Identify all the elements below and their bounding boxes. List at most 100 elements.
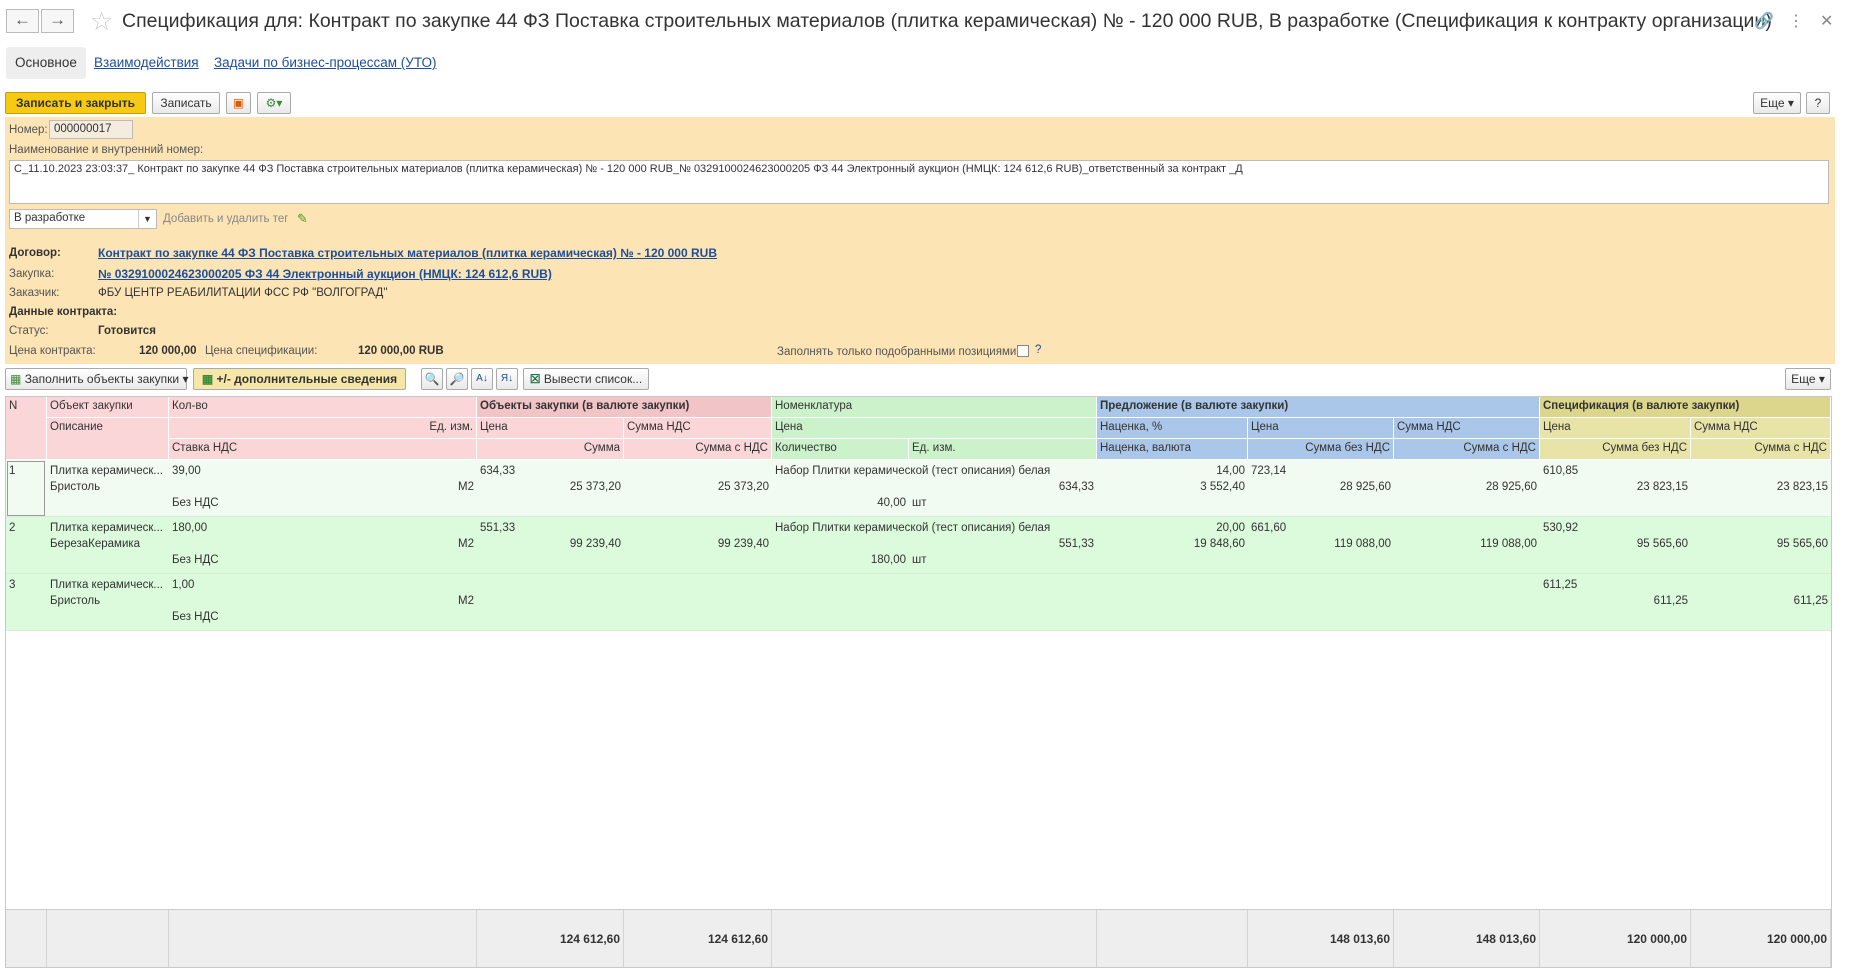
spec-table[interactable]: N Объект закупки Кол-во Объекты закупки … [5,396,1832,968]
col-o-vat[interactable]: Сумма НДС [1394,418,1540,439]
cell-sum-vat[interactable] [624,592,772,611]
help-button[interactable]: ? [1806,92,1830,114]
cell-n-qty[interactable]: 180,00 [772,551,909,570]
col-sum[interactable]: Сумма [477,439,624,460]
table-more-button[interactable]: Еще ▾ [1785,368,1831,390]
col-price[interactable]: Цена [477,418,624,439]
save-close-button[interactable]: Записать и закрыть [5,92,146,114]
fill-objects-button[interactable]: ▦ Заполнить объекты закупки ▾ [5,368,188,390]
cell-markup-val[interactable]: 19 848,60 [1097,535,1248,554]
col-s-sum-novat[interactable]: Сумма без НДС [1540,439,1691,460]
cell-sum-vat[interactable]: 25 373,20 [624,478,772,497]
more-vertical-icon[interactable]: ⋮ [1788,11,1804,31]
cell-vat[interactable]: Без НДС [169,551,477,570]
cell-sum[interactable] [477,592,624,611]
fill-only-checkbox[interactable] [1017,345,1029,357]
cell-markup-val[interactable] [1097,592,1248,611]
table-row[interactable]: 3 Плитка керамическ... 1,00 611,25 Бристоль М… [6,574,1831,631]
footer-cell [6,910,47,967]
purchase-link[interactable]: № 0329100024623000205 ФЗ 44 Электронный … [98,267,552,281]
table-row[interactable]: 2 Плитка керамическ... 180,00 551,33 Набор П… [6,517,1831,574]
col-o-sum-novat[interactable]: Сумма без НДС [1248,439,1394,460]
cell-vat[interactable]: Без НДС [169,494,477,513]
cell-o-sum-vat[interactable]: 119 088,00 [1394,535,1540,554]
cell-n-qty[interactable]: 40,00 [772,494,909,513]
help-icon[interactable]: ? [1035,344,1041,356]
cell-s-sum-vat[interactable]: 23 823,15 [1691,478,1831,497]
table-row[interactable]: 1 Плитка керамическ... 39,00 634,33 Набор Пл… [6,460,1831,517]
cell-s-sum-vat[interactable]: 611,25 [1691,592,1831,611]
col-vat-sum[interactable]: Сумма НДС [624,418,772,439]
cell-s-sum-novat[interactable]: 95 565,60 [1540,535,1691,554]
cell-n-unit[interactable]: шт [909,494,1097,513]
tab-interactions[interactable]: Взаимодействия [94,47,199,79]
forward-arrow-icon[interactable]: → [41,9,74,33]
cell-desc[interactable]: Бристоль [47,478,169,497]
tab-bp-tasks[interactable]: Задачи по бизнес-процессам (УТО) [214,47,436,79]
col-qty[interactable]: Кол-во [169,397,477,418]
status-select[interactable]: В разработке ▼ [9,209,157,229]
col-n-price[interactable]: Цена [772,418,1097,439]
col-unit[interactable]: Ед. изм. [169,418,477,439]
cell-n[interactable]: 3 [6,576,47,595]
favorite-star-icon[interactable]: ☆ [90,6,113,36]
cell-o-sum-novat[interactable] [1248,592,1394,611]
search-clear-icon[interactable]: 🔎 [446,368,468,390]
cell-markup-val[interactable]: 3 552,40 [1097,478,1248,497]
tab-main[interactable]: Основное [6,47,86,79]
cell-s-sum-novat[interactable]: 23 823,15 [1540,478,1691,497]
name-field[interactable]: С_11.10.2023 23:03:37_ Контракт по закуп… [9,160,1829,204]
tag-link[interactable]: Добавить и удалить тег [163,213,288,225]
contract-link[interactable]: Контракт по закупке 44 ФЗ Поставка строи… [98,246,717,260]
col-sum-vat[interactable]: Сумма с НДС [624,439,772,460]
plus-minus-icon: ▦ [201,372,214,386]
number-field[interactable]: 000000017 [49,120,133,139]
col-nomenclature[interactable]: Номенклатура [772,397,1097,418]
search-icon[interactable]: 🔍 [421,368,443,390]
total-sum-vat: 124 612,60 [624,910,772,967]
cell-desc[interactable]: БерезаКерамика [47,535,169,554]
cell-s-sum-vat[interactable]: 95 565,60 [1691,535,1831,554]
cell-o-sum-vat[interactable]: 28 925,60 [1394,478,1540,497]
sort-desc-icon[interactable]: Я↓ [496,368,518,390]
cell-sum[interactable]: 99 239,40 [477,535,624,554]
col-n-qty[interactable]: Количество [772,439,909,460]
users-dropdown-icon[interactable]: ⚙▾ [257,92,291,114]
cell-desc[interactable]: Бристоль [47,592,169,611]
col-s-vat[interactable]: Сумма НДС [1691,418,1831,439]
more-button[interactable]: Еще ▾ [1753,92,1801,114]
cell-sum-vat[interactable]: 99 239,40 [624,535,772,554]
col-o-price[interactable]: Цена [1248,418,1394,439]
cell-n[interactable]: 1 [6,462,47,481]
close-icon[interactable]: ✕ [1820,11,1833,31]
cell-n[interactable]: 2 [6,519,47,538]
total-o-sum-novat: 148 013,60 [1248,910,1394,967]
col-markup-pct[interactable]: Наценка, % [1097,418,1248,439]
col-desc[interactable]: Описание [47,418,169,460]
save-button[interactable]: Записать [152,92,220,114]
list-output-button[interactable]: ☒ Вывести список... [523,368,649,390]
cell-o-sum-novat[interactable]: 28 925,60 [1248,478,1394,497]
col-vat-rate[interactable]: Ставка НДС [169,439,477,460]
col-markup-val[interactable]: Наценка, валюта [1097,439,1248,460]
back-arrow-icon[interactable]: ← [6,9,39,33]
cell-vat[interactable]: Без НДС [169,608,477,627]
cell-n-qty[interactable] [772,608,909,627]
col-object[interactable]: Объект закупки [47,397,169,418]
link-icon[interactable]: 🔗 [1754,11,1774,31]
col-s-price[interactable]: Цена [1540,418,1691,439]
col-n[interactable]: N [6,397,47,460]
cell-n-unit[interactable]: шт [909,551,1097,570]
cell-o-sum-novat[interactable]: 119 088,00 [1248,535,1394,554]
cell-n-unit[interactable] [909,608,1097,627]
stop-icon[interactable]: ▣ [226,92,251,114]
cell-sum[interactable]: 25 373,20 [477,478,624,497]
cell-s-sum-novat[interactable]: 611,25 [1540,592,1691,611]
col-n-unit[interactable]: Ед. изм. [909,439,1097,460]
cell-o-sum-vat[interactable] [1394,592,1540,611]
pencil-icon[interactable]: ✎ [297,211,308,227]
col-s-sum-vat[interactable]: Сумма с НДС [1691,439,1831,460]
col-o-sum-vat[interactable]: Сумма с НДС [1394,439,1540,460]
sort-asc-icon[interactable]: A↓ [471,368,493,390]
extra-info-button[interactable]: ▦ +/- дополнительные сведения [193,368,406,390]
